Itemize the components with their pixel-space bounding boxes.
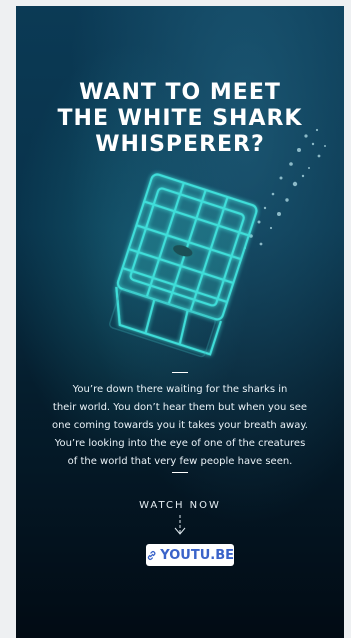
story-card: WANT TO MEET THE WHITE SHARK WHISPERER? …	[16, 6, 344, 638]
youtube-link-button[interactable]: YOUTU.BE	[146, 544, 234, 566]
youtube-link-text: YOUTU.BE	[160, 547, 234, 563]
link-icon	[147, 550, 156, 560]
headline: WANT TO MEET THE WHITE SHARK WHISPERER?	[57, 80, 303, 157]
down-arrow-icon	[174, 515, 186, 535]
divider-bottom	[172, 472, 188, 473]
quote-text: You’re down there waiting for the sharks…	[52, 384, 308, 467]
shark-cage-illustration	[109, 173, 258, 358]
page-frame: WANT TO MEET THE WHITE SHARK WHISPERER? …	[0, 0, 351, 638]
watch-now-label: WATCH NOW	[139, 500, 221, 511]
divider-top	[172, 372, 188, 373]
